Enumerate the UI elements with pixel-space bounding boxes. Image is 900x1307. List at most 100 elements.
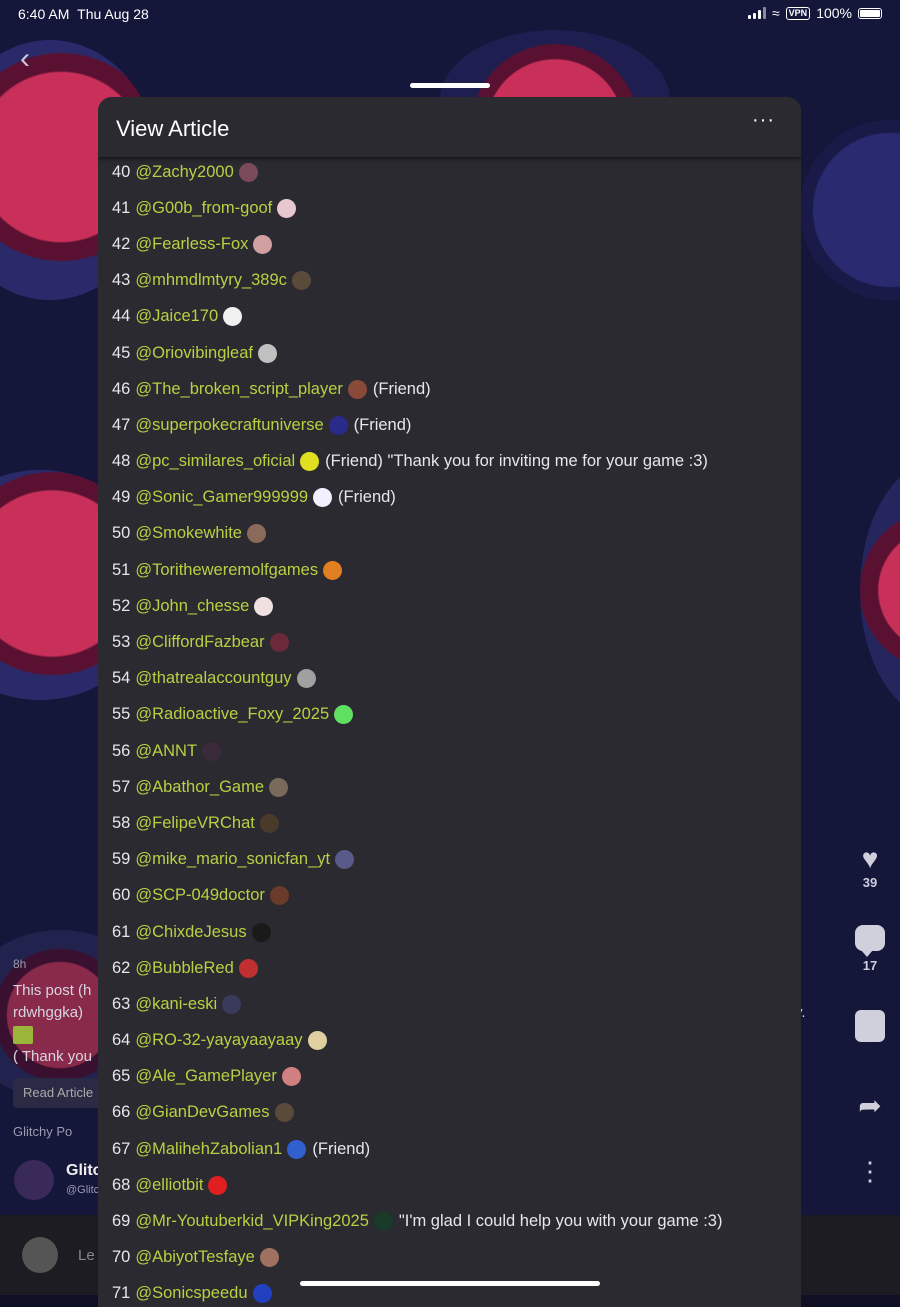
user-avatar[interactable]: [202, 741, 222, 761]
item-number: 40: [112, 162, 131, 181]
post-text-line: rdwhggka): [13, 1004, 84, 1021]
user-mention[interactable]: @pc_similares_oficial: [135, 452, 295, 471]
like-button[interactable]: ♥ 39: [848, 843, 892, 890]
user-mention[interactable]: @Abathor_Game: [135, 778, 264, 797]
user-mention[interactable]: @elliotbit: [135, 1176, 203, 1195]
user-avatar[interactable]: [223, 307, 243, 327]
item-number: 53: [112, 633, 131, 652]
user-mention[interactable]: @AbiyotTesfaye: [135, 1248, 254, 1267]
author-avatar[interactable]: [14, 1160, 54, 1200]
user-avatar[interactable]: [269, 633, 289, 653]
user-avatar[interactable]: [252, 1284, 272, 1304]
user-mention[interactable]: @BubbleRed: [135, 959, 233, 978]
more-options-button[interactable]: ⋮: [848, 1155, 892, 1187]
user-mention[interactable]: @MalihehZabolian1: [135, 1140, 282, 1159]
user-avatar[interactable]: [253, 234, 273, 254]
user-avatar[interactable]: [347, 379, 367, 399]
user-avatar[interactable]: [269, 886, 289, 906]
user-mention[interactable]: @SCP-049doctor: [135, 886, 265, 905]
user-avatar[interactable]: [277, 198, 297, 218]
user-mention[interactable]: @The_broken_script_player: [135, 380, 343, 399]
list-item: 44 @Jaice170: [112, 299, 791, 335]
post-tag[interactable]: Glitchy Po: [13, 1124, 72, 1139]
user-avatar[interactable]: [269, 777, 289, 797]
item-number: 46: [112, 379, 131, 398]
user-avatar[interactable]: [274, 1103, 294, 1123]
list-item: 43 @mhmdlmtyry_389c: [112, 263, 791, 299]
comment-button[interactable]: 17: [848, 925, 892, 973]
user-avatar[interactable]: [373, 1212, 393, 1232]
user-avatar[interactable]: [238, 162, 258, 182]
signal-icon: [747, 7, 766, 19]
list-item: 45 @Oriovibingleaf: [112, 335, 791, 371]
user-avatar[interactable]: [281, 1067, 301, 1087]
more-options-icon[interactable]: ···: [752, 109, 775, 132]
user-mention[interactable]: @Mr-Youtuberkid_VIPKing2025: [135, 1212, 369, 1231]
item-note: (Friend): [353, 415, 412, 434]
user-mention[interactable]: @Ale_GamePlayer: [135, 1067, 276, 1086]
user-avatar[interactable]: [258, 343, 277, 363]
sticker-icon: [848, 1010, 892, 1049]
user-avatar[interactable]: [300, 452, 320, 472]
sheet-title: View Article: [116, 116, 230, 141]
item-number: 58: [112, 813, 131, 832]
sheet-grabber[interactable]: [410, 83, 490, 88]
comment-input[interactable]: Le: [78, 1247, 95, 1264]
status-right: ≈ VPN 100%: [747, 5, 882, 21]
user-avatar[interactable]: [251, 922, 271, 942]
user-avatar[interactable]: [334, 705, 354, 725]
item-number: 64: [112, 1031, 131, 1050]
list-item: 53 @CliffordFazbear: [112, 624, 791, 660]
user-mention[interactable]: @Jaice170: [135, 307, 218, 326]
user-avatar[interactable]: [208, 1175, 228, 1195]
user-avatar[interactable]: [246, 524, 266, 544]
user-mention[interactable]: @superpokecraftuniverse: [135, 416, 323, 435]
user-avatar[interactable]: [313, 488, 333, 508]
user-avatar[interactable]: [238, 958, 258, 978]
sticker-button[interactable]: [848, 1010, 892, 1049]
read-article-button[interactable]: Read Article: [13, 1078, 103, 1108]
user-mention[interactable]: @Sonic_Gamer999999: [135, 488, 308, 507]
user-mention[interactable]: @GianDevGames: [135, 1103, 269, 1122]
user-avatar[interactable]: [307, 1031, 327, 1051]
user-avatar[interactable]: [323, 560, 343, 580]
user-avatar[interactable]: [259, 1248, 279, 1268]
user-mention[interactable]: @ANNT: [135, 742, 197, 761]
user-avatar[interactable]: [259, 813, 279, 833]
user-avatar[interactable]: [328, 415, 348, 435]
back-chevron-icon[interactable]: ‹: [20, 42, 30, 76]
item-number: 59: [112, 850, 131, 869]
user-avatar[interactable]: [222, 994, 242, 1014]
list-item: 57 @Abathor_Game: [112, 769, 791, 805]
user-mention[interactable]: @Fearless-Fox: [135, 235, 248, 254]
user-mention[interactable]: @Oriovibingleaf: [135, 344, 253, 363]
user-mention[interactable]: @Smokewhite: [135, 524, 242, 543]
status-bar: 6:40 AM Thu Aug 28 ≈ VPN 100%: [0, 0, 900, 28]
user-mention[interactable]: @Toritheweremolfgames: [135, 561, 318, 580]
user-mention[interactable]: @ChixdeJesus: [135, 923, 246, 942]
user-avatar[interactable]: [254, 596, 274, 616]
author-name[interactable]: Glitc: [66, 1162, 102, 1180]
user-mention[interactable]: @John_chesse: [135, 597, 249, 616]
list-item: 65 @Ale_GamePlayer: [112, 1059, 791, 1095]
user-avatar[interactable]: [291, 271, 311, 291]
user-mention[interactable]: @Sonicspeedu: [135, 1284, 247, 1303]
user-mention[interactable]: @kani-eski: [135, 995, 217, 1014]
user-avatar[interactable]: [296, 669, 316, 689]
user-mention[interactable]: @mhmdlmtyry_389c: [135, 271, 287, 290]
user-avatar[interactable]: [287, 1139, 307, 1159]
share-button[interactable]: ➦: [848, 1090, 892, 1122]
user-mention[interactable]: @FelipeVRChat: [135, 814, 254, 833]
user-mention[interactable]: @Radioactive_Foxy_2025: [135, 705, 329, 724]
user-avatar[interactable]: [335, 850, 355, 870]
home-indicator[interactable]: [300, 1281, 600, 1286]
list-item: 70 @AbiyotTesfaye: [112, 1240, 791, 1276]
user-mention[interactable]: @RO-32-yayayaayaay: [135, 1031, 302, 1050]
list-item: 64 @RO-32-yayayaayaay: [112, 1023, 791, 1059]
item-note: "I'm glad I could help you with your gam…: [398, 1212, 723, 1231]
user-mention[interactable]: @G00b_from-goof: [135, 199, 272, 218]
user-mention[interactable]: @mike_mario_sonicfan_yt: [135, 850, 330, 869]
user-mention[interactable]: @Zachy2000: [135, 163, 233, 182]
user-mention[interactable]: @thatrealaccountguy: [135, 669, 291, 688]
user-mention[interactable]: @CliffordFazbear: [135, 633, 264, 652]
